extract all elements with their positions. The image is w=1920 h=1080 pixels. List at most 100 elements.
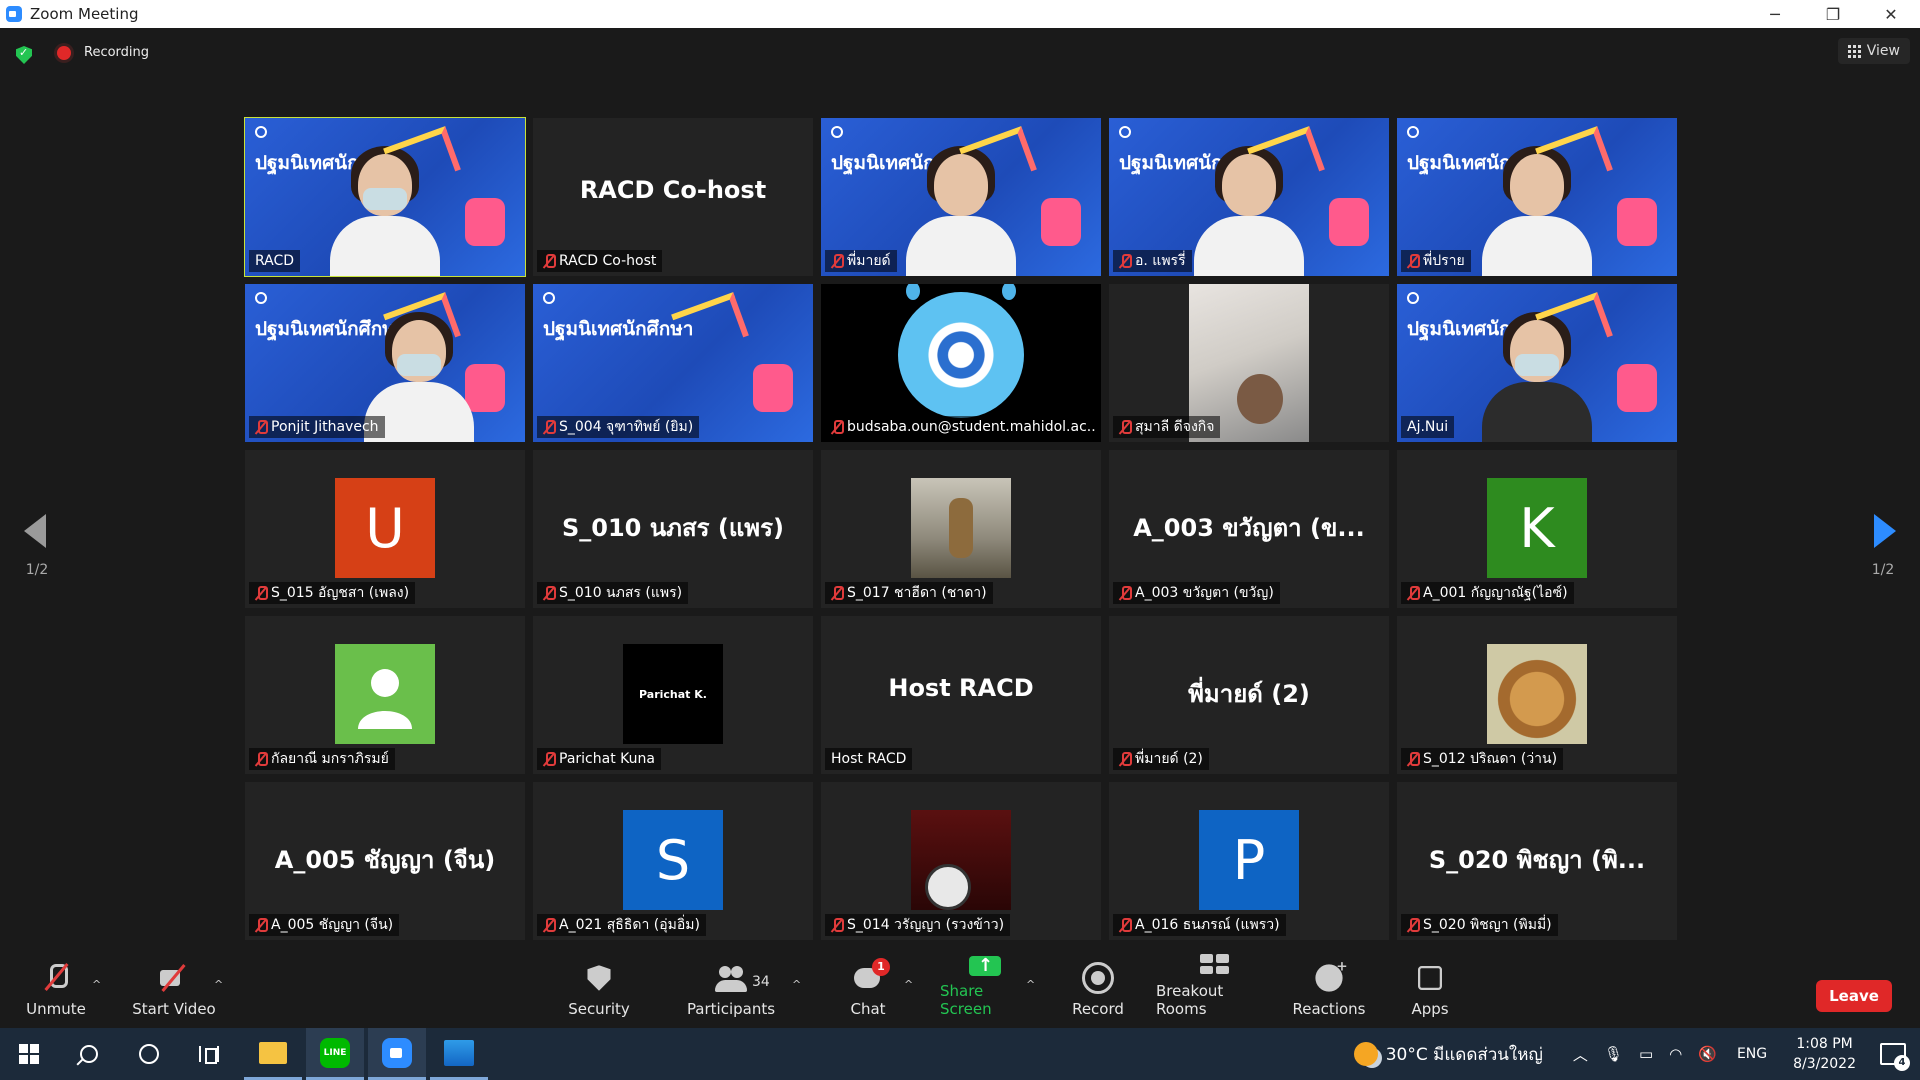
weather-text[interactable]: 30°C มีแดดส่วนใหญ่ <box>1386 1041 1543 1068</box>
taskbar-zoom-app[interactable] <box>368 1028 426 1080</box>
clock[interactable]: 1:08 PM 8/3/2022 <box>1793 1034 1856 1074</box>
minimize-button[interactable]: ─ <box>1746 0 1804 28</box>
line-app-icon: LINE <box>320 1037 350 1068</box>
arrow-left-icon <box>24 514 46 548</box>
participant-tile[interactable]: ปฐมนิเทศนักศึกษา พี่ปราย <box>1397 118 1677 276</box>
start-video-button[interactable]: Start Video <box>132 952 216 1028</box>
notification-center-button[interactable]: 4 <box>1878 1039 1910 1071</box>
encryption-shield-icon[interactable] <box>16 46 32 64</box>
participant-avatar: U <box>335 478 435 578</box>
previous-page-button[interactable]: 1/2 <box>0 478 74 588</box>
security-button[interactable]: Security <box>564 952 634 1028</box>
share-options-caret[interactable]: ^ <box>1026 978 1035 991</box>
view-button[interactable]: View <box>1837 38 1910 64</box>
participant-name: S_012 ปริณดา (ว่าน) <box>1423 751 1558 767</box>
input-language[interactable]: ENG <box>1737 1046 1767 1062</box>
participant-tile[interactable]: S_010 นภสร (แพร) S_010 นภสร (แพร) <box>533 450 813 608</box>
participant-tile[interactable]: สุมาลี ดีจงกิจ <box>1109 284 1389 442</box>
participant-tile[interactable]: ปฐมนิเทศนักศึกษา อ. แพรรี่ <box>1109 118 1389 276</box>
participant-tile[interactable]: ปฐมนิเทศนักศึกษา Ponjit Jithavech <box>245 284 525 442</box>
participant-tile[interactable]: K A_001 กัญญาณัฐ(ไอซ์) <box>1397 450 1677 608</box>
cortana-button[interactable] <box>122 1028 176 1080</box>
participant-tile[interactable]: ปฐมนิเทศนักศึกษา RACD <box>244 117 526 277</box>
mic-muted-icon <box>255 586 268 600</box>
task-view-button[interactable] <box>182 1028 236 1080</box>
mic-muted-icon <box>1119 420 1132 434</box>
participant-tile[interactable]: S_017 ชาฮีดา (ชาดา) <box>821 450 1101 608</box>
chevron-up-icon[interactable]: ︿ <box>1573 1044 1588 1065</box>
unmute-button[interactable]: Unmute <box>24 952 88 1028</box>
close-button[interactable]: ✕ <box>1862 0 1920 28</box>
taskbar-photos-app[interactable] <box>430 1028 488 1080</box>
participant-name: budsaba.oun@student.mahidol.ac... <box>847 419 1095 435</box>
participant-avatar: K <box>1487 478 1587 578</box>
participant-tile[interactable]: S A_021 สุธิธิดา (อุ่มอิ่ม) <box>533 782 813 940</box>
mic-muted-icon <box>40 962 72 994</box>
participant-name-label: budsaba.oun@student.mahidol.ac... <box>825 416 1095 438</box>
eye-mascot-image <box>898 284 1024 418</box>
audio-options-caret[interactable]: ^ <box>92 978 101 991</box>
video-options-caret[interactable]: ^ <box>214 978 223 991</box>
participants-button[interactable]: Participants <box>686 952 776 1028</box>
wifi-icon[interactable]: ◠ <box>1669 1045 1682 1063</box>
participant-name-label: A_021 สุธิธิดา (อุ่มอิ่ม) <box>537 914 706 936</box>
participant-name-label: Parichat Kuna <box>537 748 661 770</box>
speaker-muted-icon[interactable]: 🔇 <box>1698 1045 1717 1063</box>
breakout-rooms-button[interactable]: Breakout Rooms <box>1156 952 1272 1028</box>
share-screen-button[interactable]: Share Screen <box>940 952 1030 1028</box>
mic-muted-icon <box>1119 918 1132 932</box>
participant-tile[interactable]: P A_016 ธนภรณ์ (แพรว) <box>1109 782 1389 940</box>
participant-tile[interactable]: ปฐมนิเทศนักศึกษา พี่มายด์ <box>821 118 1101 276</box>
participant-name-label: พี่มายด์ (2) <box>1113 748 1209 770</box>
participant-tile[interactable]: กัลยาณี มกราภิรมย์ <box>245 616 525 774</box>
participant-display-name: Host RACD <box>888 674 1034 702</box>
next-page-button[interactable]: 1/2 <box>1846 478 1920 588</box>
participant-tile[interactable]: S_020 พิชญา (พิ... S_020 พิชญา (พิมมี่) <box>1397 782 1677 940</box>
reactions-icon <box>1315 958 1348 992</box>
security-shield-icon <box>587 965 611 991</box>
chat-icon: 1 <box>852 958 890 994</box>
participant-tile[interactable]: S_014 วรัญญา (รวงข้าว) <box>821 782 1101 940</box>
restore-button[interactable]: ❐ <box>1804 0 1862 28</box>
participant-tile[interactable]: Host RACD Host RACD <box>821 616 1101 774</box>
participant-name: Parichat Kuna <box>559 751 655 767</box>
participant-tile[interactable]: budsaba.oun@student.mahidol.ac... <box>821 284 1101 442</box>
participant-tile[interactable]: A_003 ขวัญตา (ข... A_003 ขวัญตา (ขวัญ) <box>1109 450 1389 608</box>
record-button[interactable]: Record <box>1070 952 1126 1028</box>
participant-name-label: พี่ปราย <box>1401 250 1471 272</box>
taskbar-line-app[interactable]: LINE <box>306 1028 364 1080</box>
participant-tile[interactable]: Parichat K. Parichat Kuna <box>533 616 813 774</box>
battery-icon[interactable]: ▭ <box>1639 1045 1653 1063</box>
weather-icon[interactable] <box>1353 1042 1378 1066</box>
apps-icon <box>1418 966 1442 990</box>
participant-name-label: S_014 วรัญญา (รวงข้าว) <box>825 914 1011 936</box>
participant-tile[interactable]: ปฐมนิเทศนักศึกษา Aj.Nui <box>1397 284 1677 442</box>
participant-name: พี่ปราย <box>1423 253 1465 269</box>
start-button[interactable] <box>2 1028 56 1080</box>
taskbar-file-explorer[interactable] <box>244 1028 302 1080</box>
reactions-button[interactable]: Reactions <box>1293 952 1366 1028</box>
clock-time: 1:08 PM <box>1796 1036 1853 1052</box>
chat-button[interactable]: 1 Chat <box>846 952 890 1028</box>
participant-name-label: กัลยาณี มกราภิรมย์ <box>249 748 395 770</box>
participant-name: S_010 นภสร (แพร) <box>559 585 683 601</box>
participant-name: RACD Co-host <box>559 253 657 269</box>
microphone-icon[interactable]: 🎙 <box>1604 1045 1623 1063</box>
taskbar-search-button[interactable] <box>62 1028 116 1080</box>
participant-name-label: S_012 ปริณดา (ว่าน) <box>1401 748 1564 770</box>
participant-tile[interactable]: U S_015 อัญชสา (เพลง) <box>245 450 525 608</box>
participant-name-label: พี่มายด์ <box>825 250 897 272</box>
participant-tile[interactable]: ปฐมนิเทศนักศึกษา S_004 จุฑาทิพย์ (ยิม) <box>533 284 813 442</box>
participant-tile[interactable]: พี่มายด์ (2) พี่มายด์ (2) <box>1109 616 1389 774</box>
participant-name-label: S_020 พิชญา (พิมมี่) <box>1401 914 1558 936</box>
leave-button[interactable]: Leave <box>1816 980 1892 1012</box>
participants-options-caret[interactable]: ^ <box>792 978 801 991</box>
participant-tile[interactable]: RACD Co-host RACD Co-host <box>533 118 813 276</box>
chat-unread-badge: 1 <box>872 958 890 976</box>
chat-options-caret[interactable]: ^ <box>904 978 913 991</box>
participant-tile[interactable]: A_005 ชัญญา (จีน) A_005 ชัญญา (จีน) <box>245 782 525 940</box>
breakout-rooms-icon <box>1198 952 1230 976</box>
participant-tile[interactable]: S_012 ปริณดา (ว่าน) <box>1397 616 1677 774</box>
photos-app-icon <box>444 1039 474 1066</box>
apps-button[interactable]: Apps <box>1406 952 1454 1028</box>
